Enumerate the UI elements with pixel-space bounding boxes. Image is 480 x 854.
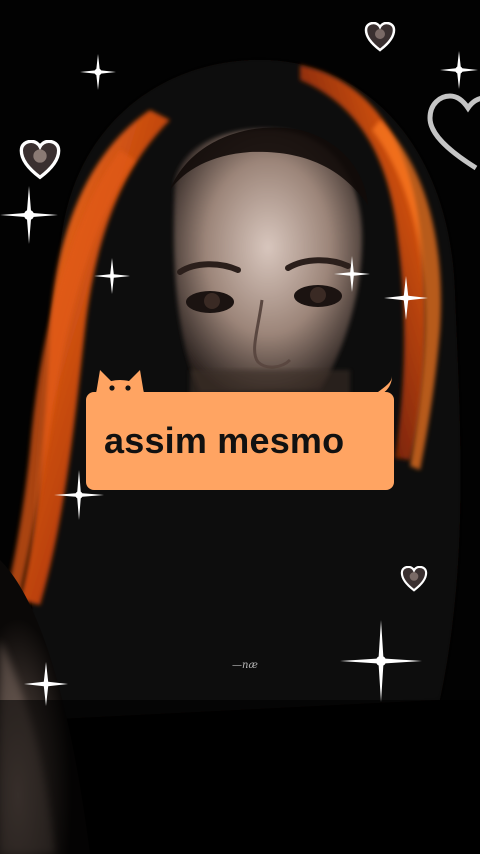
- sparkle-icon: [94, 258, 130, 294]
- heart-icon: [400, 566, 428, 592]
- heart-icon: [19, 140, 61, 180]
- sparkle-icon: [24, 662, 68, 706]
- video-frame: assim mesmo —næ: [0, 0, 480, 854]
- sparkle-icon: [80, 54, 116, 90]
- sparkle-icon: [334, 256, 370, 292]
- sparkle-icon: [340, 620, 422, 702]
- sparkle-icon: [440, 51, 478, 89]
- sparkle-icon: [384, 276, 428, 320]
- caption-text: assim mesmo: [104, 420, 345, 461]
- heart-icon: [427, 93, 480, 171]
- sparkle-icon: [0, 186, 58, 244]
- signature-watermark: —næ: [232, 660, 258, 671]
- heart-icon: [364, 22, 396, 52]
